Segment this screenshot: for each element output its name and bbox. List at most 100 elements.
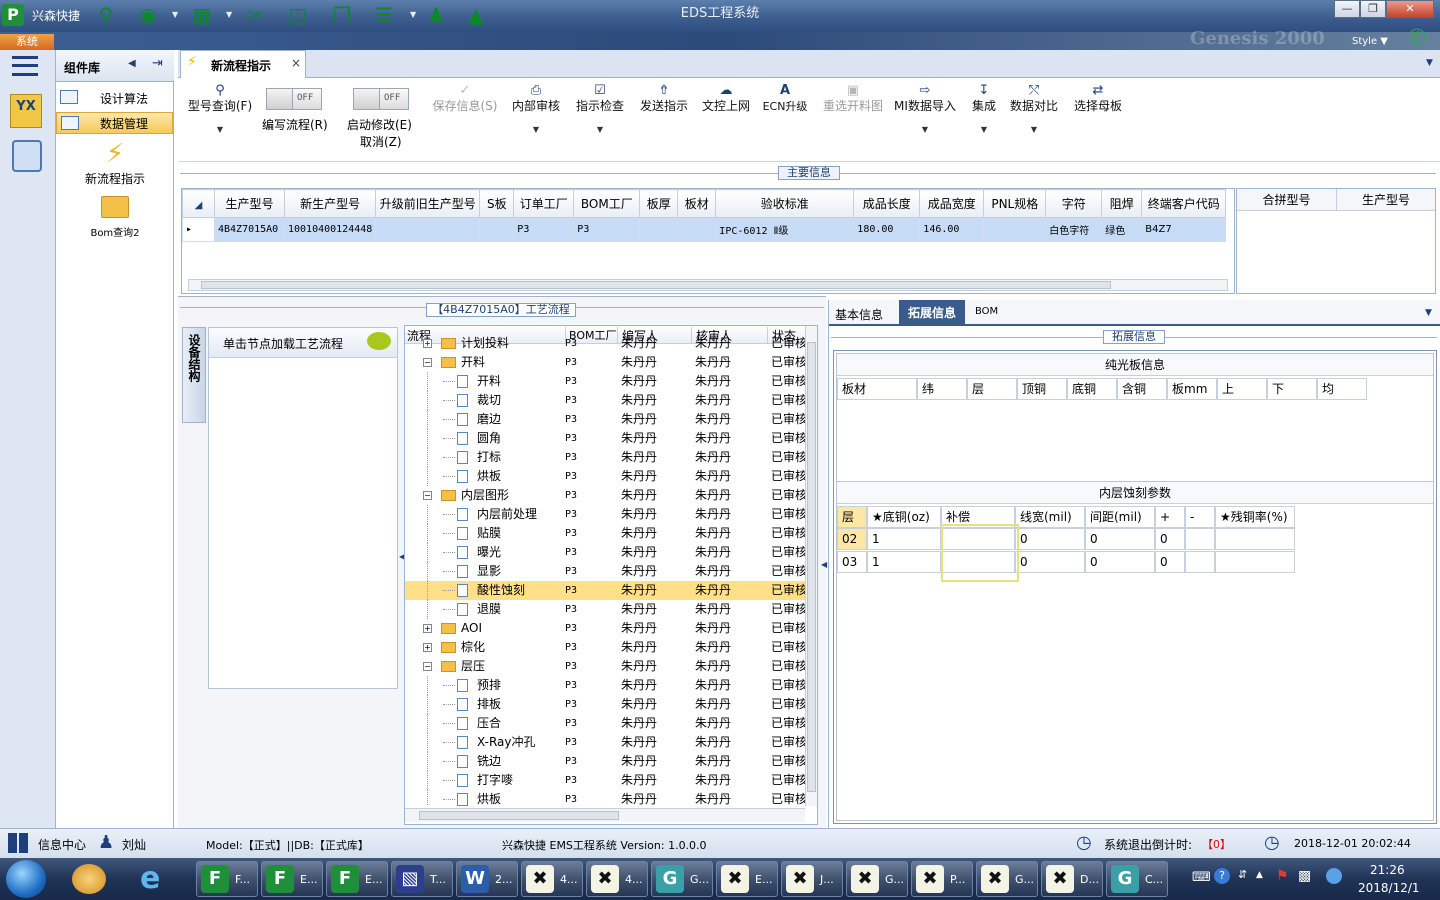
select-mother-board-button[interactable]: ⇄ 选择母板	[1072, 82, 1124, 115]
column-header[interactable]: 验收标准	[715, 189, 855, 218]
publish-button[interactable]: ☁ 文控上网	[698, 82, 754, 115]
nav-item-bom-query[interactable]: Bom查询2	[60, 196, 170, 242]
tree-row[interactable]: 压合 P3 朱丹丹 朱丹丹 已审核	[405, 714, 805, 733]
etch-cell[interactable]	[1215, 528, 1295, 550]
tree-row[interactable]: − 内层图形 P3 朱丹丹 朱丹丹 已审核	[405, 486, 805, 505]
collapse-icon[interactable]: ◀	[128, 58, 136, 69]
expander-icon[interactable]: +	[423, 643, 432, 652]
chevron-down-icon[interactable]: ▼	[410, 10, 418, 19]
grid-icon[interactable]: ▦	[190, 2, 214, 28]
tab-new-process[interactable]: ⚡ 新流程指示 ×	[180, 50, 306, 78]
yx-icon[interactable]: YX	[10, 94, 42, 128]
tab-basic-info[interactable]: 基本信息	[835, 306, 883, 323]
taskbar-app-button[interactable]: ✖ J...	[781, 861, 843, 897]
tree-row[interactable]: 烘板 P3 朱丹丹 朱丹丹 已审核	[405, 467, 805, 486]
check-instruction-button[interactable]: ☑ 指示检查 ▼	[572, 82, 628, 138]
taskbar-app-button[interactable]: ✖ E...	[716, 861, 778, 897]
tray-chevron-icon[interactable]: ⇵	[1238, 868, 1247, 881]
table-cell[interactable]: 白色字符	[1045, 217, 1103, 242]
table-cell[interactable]: P3	[573, 217, 641, 242]
etch-cell[interactable]	[1185, 528, 1215, 550]
tree-row[interactable]: − 开料 P3 朱丹丹 朱丹丹 已审核	[405, 353, 805, 372]
save-info-button[interactable]: ✓ 保存信息(S)	[428, 82, 502, 115]
tree-row[interactable]: 烘板 P3 朱丹丹 朱丹丹 已审核	[405, 790, 805, 806]
etch-cell[interactable]: 0	[1015, 528, 1085, 550]
tab-close-icon[interactable]: ×	[291, 56, 301, 70]
tab-bom[interactable]: BOM	[975, 306, 998, 317]
maximize-button[interactable]: ❐	[1360, 0, 1386, 18]
expander-icon[interactable]: −	[423, 358, 432, 367]
tree-row[interactable]: 预排 P3 朱丹丹 朱丹丹 已审核	[405, 676, 805, 695]
ie-icon[interactable]: e	[140, 862, 160, 896]
tree-row[interactable]: 打字嘜 P3 朱丹丹 朱丹丹 已审核	[405, 771, 805, 790]
taskbar-app-button[interactable]: F E...	[261, 861, 323, 897]
taskbar-app-button[interactable]: ✖ 4...	[586, 861, 648, 897]
chevron-down-icon[interactable]: ▼	[172, 10, 180, 19]
cancel-label[interactable]: 取消(Z)	[360, 133, 402, 150]
keyboard-icon[interactable]: ⌨	[1192, 870, 1211, 885]
taskbar-app-button[interactable]: ✖ G...	[846, 861, 908, 897]
expander-icon[interactable]: −	[423, 491, 432, 500]
detail-dropdown-icon[interactable]: ▼	[1425, 308, 1432, 318]
taskbar-date[interactable]: 2018/12/1	[1358, 881, 1420, 895]
table-cell[interactable]: B4Z7	[1141, 217, 1227, 242]
tray-up-icon[interactable]: ▲	[1256, 870, 1263, 880]
etch-cell[interactable]: 0	[1085, 551, 1155, 573]
side-tab-equipment[interactable]: 设备结构	[182, 327, 206, 423]
info-center-label[interactable]: 信息中心	[38, 836, 86, 853]
tree-row[interactable]: 磨边 P3 朱丹丹 朱丹丹 已审核	[405, 410, 805, 429]
tree-row[interactable]: 显影 P3 朱丹丹 朱丹丹 已审核	[405, 562, 805, 581]
column-header[interactable]: 新生产型号	[283, 189, 377, 218]
tree-row[interactable]: 内层前处理 P3 朱丹丹 朱丹丹 已审核	[405, 505, 805, 524]
film-icon[interactable]: ◫	[286, 2, 310, 28]
etch-cell[interactable]: 0	[1085, 528, 1155, 550]
taskbar-app-button[interactable]: G C...	[1106, 861, 1168, 897]
nav-item-new-process[interactable]: ⚡ 新流程指示	[60, 138, 170, 190]
compensation-cell-focus[interactable]	[941, 524, 1019, 582]
table-cell[interactable]: 绿色	[1101, 217, 1143, 242]
column-header[interactable]: 成品长度	[853, 189, 921, 218]
tree-row[interactable]: + 棕化 P3 朱丹丹 朱丹丹 已审核	[405, 638, 805, 657]
edit-flow-toggle[interactable]: OFF	[266, 88, 322, 110]
tree-horizontal-scrollbar[interactable]	[405, 808, 805, 822]
table-cell[interactable]: 146.00	[919, 217, 985, 242]
table-cell[interactable]: P3	[513, 217, 575, 242]
tree-vertical-scrollbar[interactable]	[805, 326, 817, 806]
model-query-button[interactable]: ⚲ 型号查询(F) ▼	[184, 82, 256, 138]
expander-icon[interactable]: +	[423, 339, 432, 348]
windows-icon[interactable]	[8, 833, 28, 853]
tree-row[interactable]: 退膜 P3 朱丹丹 朱丹丹 已审核	[405, 600, 805, 619]
column-header[interactable]: 升级前旧生产型号	[375, 189, 481, 218]
send-instruction-button[interactable]: ⇮ 发送指示	[636, 82, 692, 115]
tree-row[interactable]: 裁切 P3 朱丹丹 朱丹丹 已审核	[405, 391, 805, 410]
table-cell[interactable]: 180.00	[853, 217, 921, 242]
calculator-icon[interactable]	[12, 140, 42, 172]
list-icon[interactable]: ☰	[372, 2, 396, 28]
table-cell[interactable]: IPC-6012 Ⅱ级	[715, 217, 855, 242]
table-cell[interactable]	[677, 217, 717, 242]
tray-flag-icon[interactable]: ⚑	[1276, 868, 1289, 884]
chart-icon[interactable]: ▲	[464, 2, 488, 28]
column-header[interactable]: 订单工厂	[513, 189, 575, 218]
column-header[interactable]: PNL规格	[983, 189, 1047, 218]
help-icon[interactable]: ?	[1214, 868, 1230, 884]
start-modify-toggle[interactable]: OFF	[353, 88, 409, 110]
tab-extended-info[interactable]: 拓展信息	[899, 300, 965, 326]
shell-icon[interactable]	[72, 864, 106, 894]
column-header[interactable]: 字符	[1045, 189, 1103, 218]
expander-icon[interactable]: −	[423, 662, 432, 671]
globe-icon[interactable]: ◉	[136, 2, 160, 28]
scissors-icon[interactable]: ✂	[244, 2, 268, 28]
tray-display-icon[interactable]: ▩	[1298, 868, 1311, 884]
column-header[interactable]: 板厚	[639, 189, 679, 218]
ecn-upgrade-button[interactable]: A ECN升级	[760, 82, 810, 115]
system-tab[interactable]: 系统	[0, 34, 54, 50]
shortcut-label[interactable]: 兴森快捷	[32, 7, 80, 24]
etch-cell[interactable]	[1215, 551, 1295, 573]
etch-cell[interactable]: 0	[1155, 528, 1185, 550]
etch-cell[interactable]	[1185, 551, 1215, 573]
search-icon[interactable]: ⚲	[94, 2, 118, 28]
table-row[interactable]: ▸ 4B4Z7015A0 10010400124448 P3 P3 IPC-6012 Ⅱ级…	[182, 217, 1227, 242]
minimize-button[interactable]: —	[1334, 0, 1360, 18]
detail-splitter-handle[interactable]: ◀	[821, 560, 829, 600]
